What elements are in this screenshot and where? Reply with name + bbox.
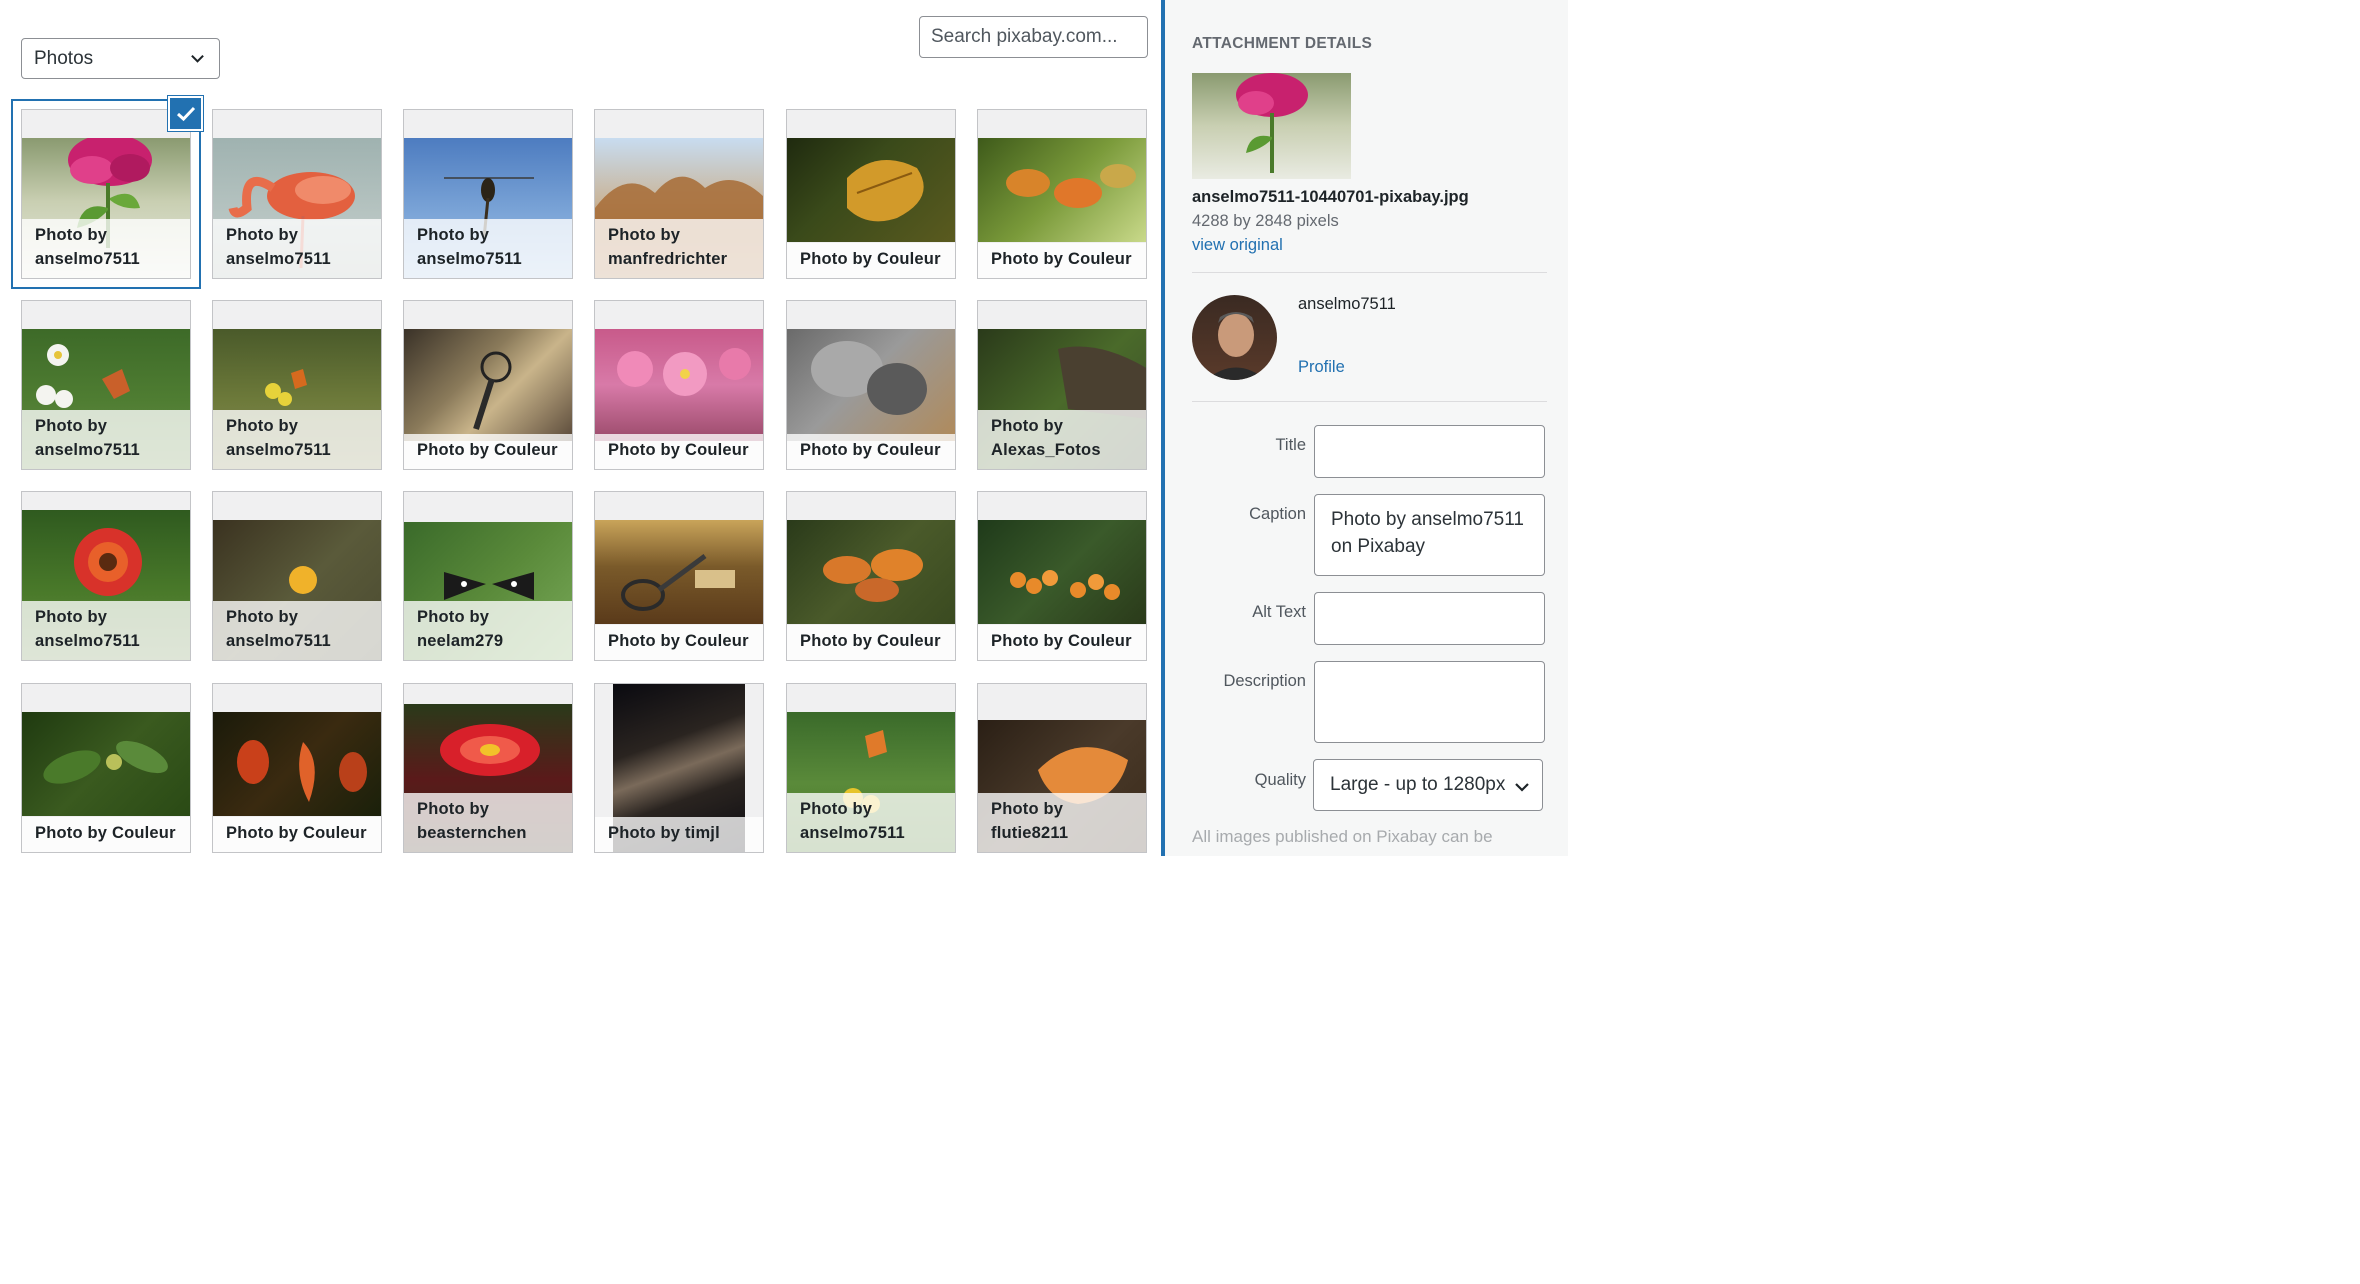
media-tile[interactable]: Photo by Couleur bbox=[594, 300, 764, 470]
caption-label: Caption bbox=[1249, 505, 1306, 523]
media-tile[interactable]: Photo by Couleur bbox=[403, 300, 573, 470]
media-tile[interactable]: Photo by anselmo7511 bbox=[21, 491, 191, 661]
media-tile[interactable]: Photo by neelam279 bbox=[403, 491, 573, 661]
tile-caption: Photo by timjl bbox=[595, 817, 763, 852]
media-tile[interactable]: Photo by Couleur bbox=[594, 491, 764, 661]
media-tile[interactable]: Photo by Couleur bbox=[977, 491, 1147, 661]
tile-caption: Photo by manfredrichter bbox=[595, 219, 763, 278]
checkmark-icon bbox=[176, 106, 195, 121]
attachment-details-heading: ATTACHMENT DETAILS bbox=[1192, 35, 1373, 52]
photo-thumbnail bbox=[595, 520, 763, 624]
tile-caption: Photo by beasternchen bbox=[404, 793, 572, 852]
avatar bbox=[1192, 295, 1277, 380]
attachment-thumbnail bbox=[1192, 73, 1351, 179]
quality-label: Quality bbox=[1254, 771, 1306, 789]
divider bbox=[1192, 401, 1547, 402]
author-username: anselmo7511 bbox=[1298, 295, 1396, 313]
photo-thumbnail bbox=[978, 520, 1146, 624]
media-tile[interactable]: Photo by anselmo7511 bbox=[212, 109, 382, 279]
media-tile[interactable]: Photo by Couleur bbox=[786, 491, 956, 661]
photo-thumbnail bbox=[978, 138, 1146, 242]
media-type-select[interactable]: Photos bbox=[21, 38, 220, 79]
search-input[interactable] bbox=[919, 16, 1148, 58]
divider bbox=[1192, 272, 1547, 273]
tile-caption: Photo by anselmo7511 bbox=[213, 601, 381, 660]
tile-caption: Photo by Couleur bbox=[787, 434, 955, 469]
alt-text-field[interactable] bbox=[1314, 592, 1545, 645]
media-tile[interactable]: Photo by timjl bbox=[594, 683, 764, 853]
attachment-filename: anselmo7511-10440701-pixabay.jpg bbox=[1192, 188, 1469, 206]
tile-caption: Photo by Couleur bbox=[787, 243, 955, 278]
selected-check-button[interactable] bbox=[168, 96, 203, 131]
media-tile[interactable]: Photo by anselmo7511 bbox=[21, 300, 191, 470]
photo-thumbnail bbox=[213, 712, 381, 816]
photo-thumbnail bbox=[787, 329, 955, 441]
media-tile[interactable]: Photo by anselmo7511 bbox=[786, 683, 956, 853]
tile-caption: Photo by Couleur bbox=[213, 817, 381, 852]
alt-text-label: Alt Text bbox=[1252, 603, 1306, 621]
title-label: Title bbox=[1275, 436, 1306, 454]
media-tile[interactable]: Photo by Couleur bbox=[786, 300, 956, 470]
profile-link[interactable]: Profile bbox=[1298, 358, 1345, 377]
title-field[interactable] bbox=[1314, 425, 1545, 478]
caption-field[interactable]: Photo by anselmo7511 on Pixabay bbox=[1314, 494, 1545, 576]
tile-caption: Photo by anselmo7511 bbox=[22, 410, 190, 469]
photo-thumbnail bbox=[787, 520, 955, 624]
media-tile[interactable]: Photo by Alexas_Fotos bbox=[977, 300, 1147, 470]
media-tile[interactable]: Photo by anselmo7511 bbox=[212, 491, 382, 661]
license-note: All images published on Pixabay can be bbox=[1192, 827, 1493, 846]
media-tile[interactable]: Photo by anselmo7511 bbox=[403, 109, 573, 279]
attachment-details-panel: ATTACHMENT DETAILS anselmo7511-10440701-… bbox=[1161, 0, 1568, 856]
quality-selected: Large - up to 1280px bbox=[1330, 774, 1506, 795]
media-tile[interactable]: Photo by flutie8211 bbox=[977, 683, 1147, 853]
photo-thumbnail bbox=[787, 138, 955, 242]
tile-caption: Photo by Couleur bbox=[22, 817, 190, 852]
chevron-down-icon bbox=[1515, 783, 1529, 792]
photo-thumbnail bbox=[22, 712, 190, 816]
photo-thumbnail bbox=[404, 329, 572, 441]
media-tile[interactable]: Photo by anselmo7511 bbox=[212, 300, 382, 470]
media-tile[interactable]: Photo by manfredrichter bbox=[594, 109, 764, 279]
tile-caption: Photo by anselmo7511 bbox=[404, 219, 572, 278]
tile-caption: Photo by flutie8211 bbox=[978, 793, 1146, 852]
tile-caption: Photo by anselmo7511 bbox=[787, 793, 955, 852]
media-tile[interactable]: Photo by Couleur bbox=[786, 109, 956, 279]
tile-caption: Photo by Couleur bbox=[595, 434, 763, 469]
chevron-down-icon bbox=[191, 54, 204, 63]
tile-caption: Photo by neelam279 bbox=[404, 601, 572, 660]
media-grid: Photo by anselmo7511 Photo by anselmo751… bbox=[11, 99, 1148, 869]
tile-caption: Photo by anselmo7511 bbox=[22, 219, 190, 278]
tile-caption: Photo by Couleur bbox=[787, 625, 955, 660]
media-type-selected: Photos bbox=[34, 47, 94, 69]
media-tile[interactable]: Photo by beasternchen bbox=[403, 683, 573, 853]
tile-caption: Photo by anselmo7511 bbox=[213, 410, 381, 469]
tile-caption: Photo by Couleur bbox=[978, 243, 1146, 278]
tile-caption: Photo by Alexas_Fotos bbox=[978, 410, 1146, 469]
media-tile[interactable]: Photo by Couleur bbox=[977, 109, 1147, 279]
quality-select[interactable]: Large - up to 1280px bbox=[1313, 759, 1543, 811]
tile-caption: Photo by Couleur bbox=[978, 625, 1146, 660]
media-tile[interactable]: Photo by Couleur bbox=[212, 683, 382, 853]
description-label: Description bbox=[1223, 672, 1306, 690]
tile-caption: Photo by Couleur bbox=[404, 434, 572, 469]
tile-caption: Photo by Couleur bbox=[595, 625, 763, 660]
photo-thumbnail bbox=[595, 329, 763, 441]
tile-caption: Photo by anselmo7511 bbox=[213, 219, 381, 278]
tile-caption: Photo by anselmo7511 bbox=[22, 601, 190, 660]
attachment-dimensions: 4288 by 2848 pixels bbox=[1192, 212, 1339, 230]
media-tile[interactable]: Photo by anselmo7511 bbox=[11, 99, 201, 289]
view-original-link[interactable]: view original bbox=[1192, 236, 1283, 255]
media-tile[interactable]: Photo by Couleur bbox=[21, 683, 191, 853]
description-field[interactable] bbox=[1314, 661, 1545, 743]
